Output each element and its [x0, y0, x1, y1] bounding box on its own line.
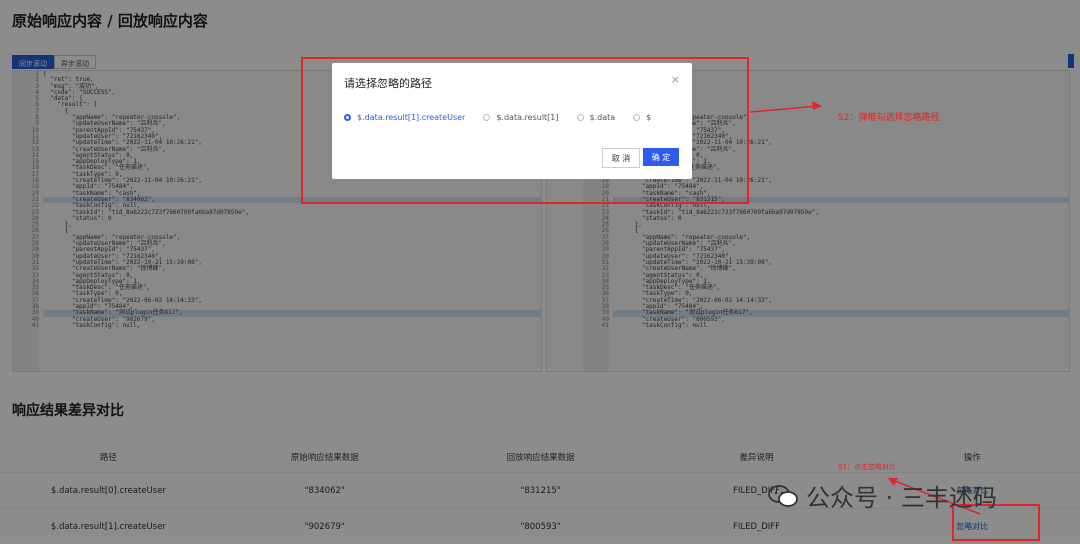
watermark-text: 公众号 · 三丰述码 — [806, 478, 997, 513]
wechat-icon — [768, 485, 798, 507]
annotation-label-s2: S2：弹框勾选择忽略路径 — [838, 110, 939, 123]
annotation-arrow-right-icon — [740, 98, 840, 120]
watermark: 公众号 · 三丰述码 — [768, 478, 997, 513]
annotation-box-dialog — [301, 57, 749, 204]
annotation-label-s1: S1：点击忽略对比 — [838, 462, 896, 472]
